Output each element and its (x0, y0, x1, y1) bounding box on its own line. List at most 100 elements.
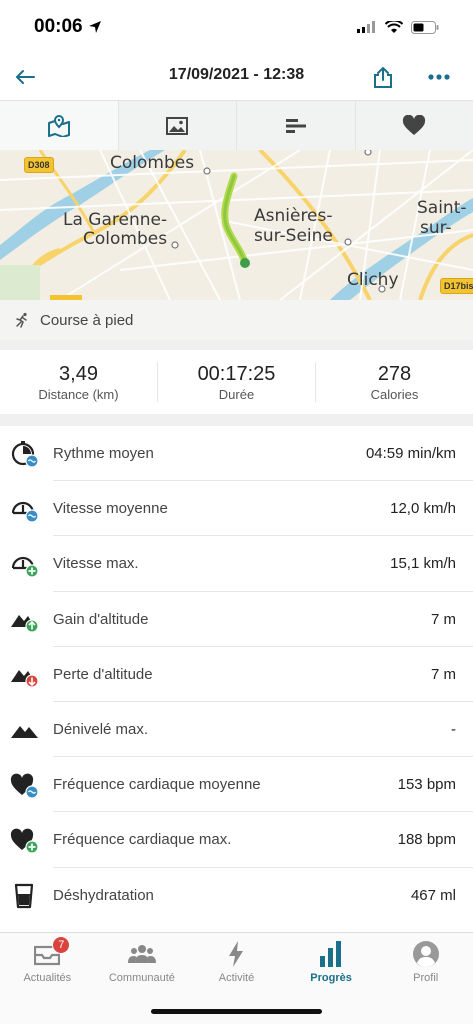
more-dots-icon (428, 74, 450, 80)
list-item: Rythme moyen 04:59 min/km (0, 426, 473, 482)
location-arrow-icon (88, 21, 101, 33)
road-badge-d17bis: D17bis (440, 278, 473, 294)
stats-list: Rythme moyen 04:59 min/km Vitesse moyenn… (0, 426, 473, 923)
list-item: Dénivelé max. - (0, 702, 473, 758)
share-button[interactable] (368, 62, 398, 92)
tab-map[interactable] (0, 101, 119, 150)
map-icon (47, 114, 70, 137)
list-item: Fréquence cardiaque max. 188 bpm (0, 812, 473, 868)
map-label-asnieres: Asnières- (254, 206, 333, 226)
list-item: Vitesse moyenne 12,0 km/h (0, 481, 473, 537)
nav-label: Progrès (310, 972, 352, 984)
clock-text: 00:06 (34, 16, 83, 37)
speedometer-max-icon (11, 556, 39, 578)
profile-avatar-icon (412, 941, 439, 968)
status-bar: 00:06 (0, 0, 473, 54)
nav-label: Profil (413, 972, 439, 984)
header: 17/09/2021 - 12:38 (0, 54, 473, 100)
stat-label: Gain d'altitude (53, 610, 149, 628)
list-item: Gain d'altitude 7 m (0, 592, 473, 647)
status-icons (357, 20, 439, 34)
stat-value: 04:59 min/km (365, 445, 456, 463)
stat-label: Vitesse moyenne (53, 500, 168, 518)
nav-label: Activité (218, 972, 255, 984)
tab-heart[interactable] (356, 101, 473, 150)
battery-icon (411, 20, 439, 34)
page-title: 17/09/2021 - 12:38 (168, 66, 305, 83)
stat-label: Rythme moyen (53, 445, 154, 463)
list-item: Vitesse max. 15,1 km/h (0, 536, 473, 592)
summary-value: 3,49 (59, 363, 98, 385)
mountain-icon (11, 725, 38, 738)
stat-label: Fréquence cardiaque moyenne (53, 776, 261, 794)
nav-item-profil[interactable]: Profil (378, 933, 473, 1024)
section-divider (0, 414, 473, 426)
activity-type-label: Course à pied (40, 311, 134, 329)
map-label-la-garenne-2: Colombes (83, 229, 168, 249)
stat-label: Déshydratation (53, 886, 154, 904)
summary-label: Distance (km) (38, 387, 119, 402)
list-item: Perte d'altitude 7 m (0, 647, 473, 702)
running-icon (16, 312, 27, 328)
activity-type-row: Course à pied (0, 300, 473, 340)
map-label-la-garenne: La Garenne- (63, 210, 168, 230)
tab-laps[interactable] (237, 101, 356, 150)
map-label-clichy: Clichy (347, 270, 399, 290)
altitude-gain-icon (11, 615, 39, 633)
glass-icon (14, 883, 34, 909)
lightning-icon (229, 941, 244, 967)
community-icon (127, 945, 156, 963)
heart-icon (403, 115, 426, 135)
notification-badge: 7 (52, 936, 71, 954)
speedometer-avg-icon (11, 501, 39, 523)
list-item: Déshydratation 467 ml (0, 868, 473, 923)
nav-icon-wrapper (221, 939, 251, 969)
stopwatch-avg-icon (11, 440, 39, 468)
summary-distance: 3,49 Distance (km) (0, 362, 158, 402)
stat-label: Vitesse max. (53, 555, 139, 573)
altitude-loss-icon (11, 670, 39, 688)
map-label-asnieres-2: sur-Seine (254, 226, 333, 246)
nav-icon-wrapper (127, 939, 157, 969)
nav-icon-wrapper (316, 939, 346, 969)
heart-avg-icon (10, 773, 39, 799)
detail-tabs (0, 100, 473, 150)
nav-label: Communauté (108, 972, 175, 984)
nav-label: Actualités (23, 972, 72, 984)
road-badge-d308: D308 (24, 157, 54, 173)
more-options-button[interactable] (424, 62, 454, 92)
summary-calories: 278 Calories (316, 362, 473, 402)
nav-icon-wrapper (411, 939, 441, 969)
map-label-saint-2: sur- (420, 218, 452, 238)
heart-max-icon (10, 828, 39, 854)
section-divider (0, 340, 473, 350)
route-map[interactable]: D308 D17bis Colombes La Garenne- Colombe… (0, 150, 473, 300)
bar-chart-icon (320, 941, 342, 967)
nav-icon-wrapper: 7 (32, 936, 71, 969)
summary-stats: 3,49 Distance (km) 00:17:25 Durée 278 Ca… (0, 350, 473, 414)
image-icon (166, 116, 189, 135)
tab-photos[interactable] (119, 101, 237, 150)
stat-label: Fréquence cardiaque max. (53, 831, 232, 849)
summary-value: 278 (377, 363, 412, 385)
nav-item-actualites[interactable]: 7 Actualités (0, 933, 95, 1024)
summary-duration: 00:17:25 Durée (158, 362, 316, 402)
stat-value: 12,0 km/h (390, 500, 456, 518)
list-item: Fréquence cardiaque moyenne 153 bpm (0, 757, 473, 813)
summary-label: Durée (218, 387, 255, 402)
home-indicator[interactable] (151, 1009, 322, 1014)
wifi-icon (385, 20, 403, 33)
stat-value: 7 m (430, 665, 456, 683)
share-icon (374, 67, 392, 88)
stat-label: Dénivelé max. (53, 721, 149, 739)
map-label-saint: Saint- (417, 198, 467, 218)
summary-value: 00:17:25 (197, 363, 276, 385)
summary-label: Calories (370, 387, 419, 402)
stat-value: 15,1 km/h (390, 555, 456, 573)
stat-value: 188 bpm (397, 831, 456, 849)
stat-value: 467 ml (410, 886, 456, 904)
bars-horizontal-icon (285, 118, 306, 133)
stat-value: - (451, 721, 456, 739)
stat-label: Perte d'altitude (53, 665, 153, 683)
map-label-colombes: Colombes (110, 153, 195, 173)
